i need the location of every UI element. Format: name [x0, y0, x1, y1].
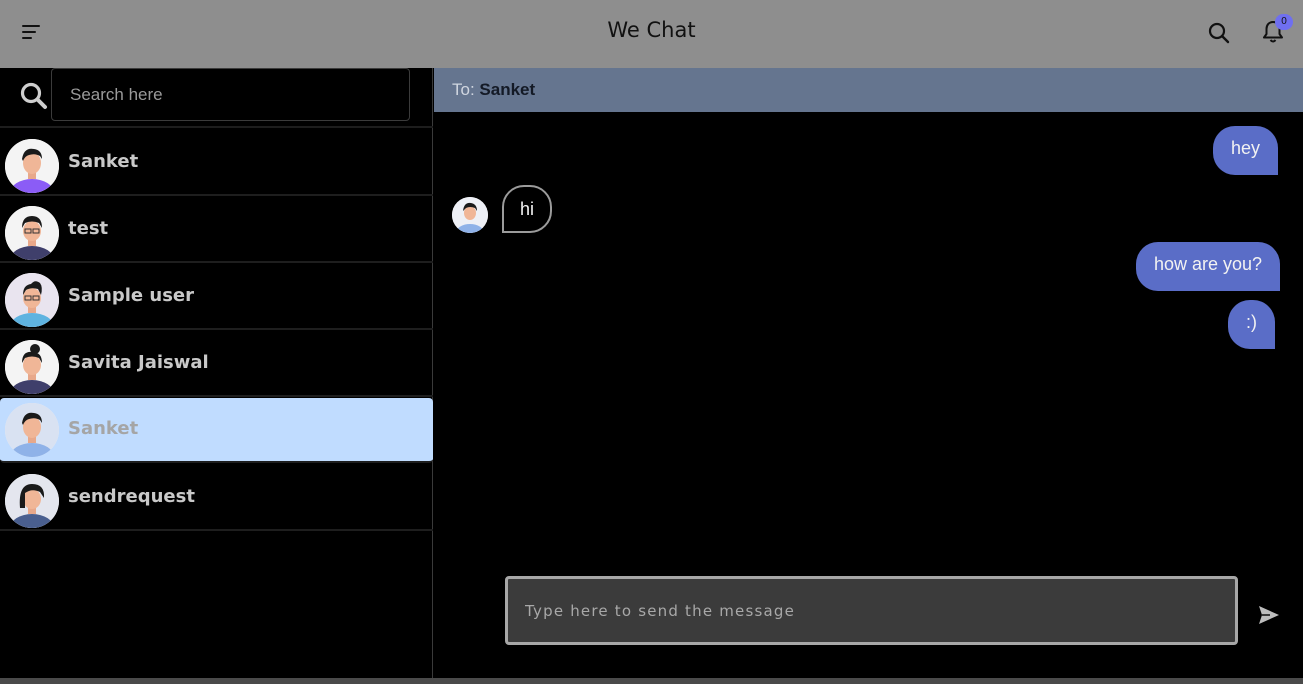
contact-name: sendrequest	[68, 486, 195, 507]
avatar	[5, 206, 59, 260]
contact-name: Sample user	[68, 285, 195, 306]
contacts-sidebar: Sanket test	[0, 68, 433, 678]
contact-item[interactable]: Savita Jaiswal	[0, 330, 433, 397]
to-label: To:	[452, 80, 475, 99]
chat-header: To: Sanket	[434, 68, 1303, 112]
outgoing-message: how are you?	[1136, 242, 1281, 291]
outgoing-message: :)	[1228, 300, 1275, 349]
chat-app: We Chat 0 Search here Sanket test Sample…	[0, 0, 1303, 684]
search-icon	[20, 82, 47, 109]
avatar	[5, 474, 59, 528]
contact-list: Sanket test Sample user Savita Jaiswal S…	[0, 129, 433, 531]
contact-item[interactable]: test	[0, 196, 433, 263]
contact-name: Sanket	[68, 418, 139, 439]
contact-item[interactable]: Sanket	[0, 129, 433, 196]
send-icon[interactable]	[1258, 605, 1280, 625]
search-input[interactable]	[51, 68, 410, 121]
avatar	[5, 273, 59, 327]
avatar	[5, 340, 59, 394]
search-icon[interactable]	[1206, 20, 1232, 46]
app-title: We Chat	[607, 18, 696, 42]
outgoing-message: hey	[1213, 126, 1279, 175]
sender-avatar	[452, 197, 488, 233]
recipient-name: Sanket	[479, 80, 536, 99]
chat-pane: To: Sanket hey hi how are you? :)	[434, 68, 1303, 678]
contact-name: Sanket	[68, 151, 139, 172]
incoming-message: hi	[502, 185, 553, 233]
contact-item-active[interactable]: Sanket	[0, 398, 433, 463]
avatar	[5, 403, 59, 457]
contact-item[interactable]: sendrequest	[0, 464, 433, 531]
avatar	[5, 139, 59, 193]
contact-item[interactable]: Sample user	[0, 263, 433, 330]
contact-name: test	[68, 218, 109, 239]
top-app-bar: We Chat 0	[0, 0, 1303, 68]
message-input[interactable]	[505, 576, 1238, 645]
notification-badge: 0	[1275, 14, 1293, 30]
contact-name: Savita Jaiswal	[68, 352, 209, 373]
bottom-scrollbar	[0, 678, 1303, 684]
contact-search-row	[0, 68, 433, 128]
